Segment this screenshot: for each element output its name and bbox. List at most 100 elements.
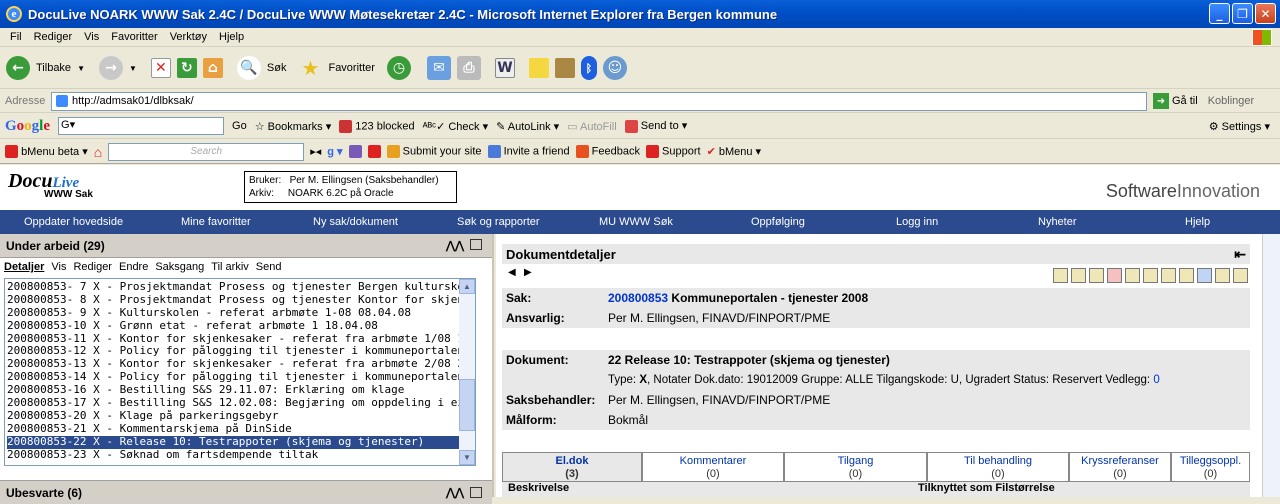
favorites-button[interactable]: Favoritter <box>328 62 374 74</box>
back-dropdown-icon[interactable]: ▼ <box>77 64 85 73</box>
home-icon[interactable]: ⌂ <box>202 58 223 78</box>
submit-site-button[interactable]: Submit your site <box>386 145 482 158</box>
nav-news[interactable]: Nyheter <box>1038 216 1077 228</box>
document-icon[interactable] <box>1071 268 1086 283</box>
scroll-down-icon[interactable]: ▼ <box>459 450 475 465</box>
research-icon[interactable] <box>554 58 575 78</box>
history-icon[interactable]: ◷ <box>386 56 411 80</box>
archive-icon[interactable] <box>1143 268 1158 283</box>
print-icon[interactable]: ⎙ <box>456 56 481 80</box>
feedback-button[interactable]: Feedback <box>575 145 640 158</box>
address-input[interactable]: http://admsak01/dlbksak/ <box>51 91 1147 111</box>
maximize-button[interactable]: ❐ <box>1232 3 1253 24</box>
next-record-icon[interactable]: ▶ <box>524 267 532 278</box>
right-scrollbar[interactable] <box>1262 234 1280 497</box>
action-send[interactable]: Send <box>256 261 282 273</box>
list-item[interactable]: 200800853-10 X - Grønn etat - referat ar… <box>7 320 475 333</box>
tab-additional[interactable]: Tilleggsoppl. (0) <box>1171 452 1250 482</box>
google-g-icon[interactable]: g ▾ <box>327 145 342 158</box>
restore-panel-icon[interactable] <box>470 239 482 250</box>
google-settings-button[interactable]: ⚙ Settings ▾ <box>1209 120 1270 133</box>
home-icon-red[interactable]: ⌂ <box>94 144 102 160</box>
collapse-icon[interactable]: ⋀⋀ <box>446 486 464 499</box>
action-view[interactable]: Vis <box>51 261 66 273</box>
go-button[interactable]: ➜ Gå til <box>1153 93 1198 109</box>
action-details[interactable]: Detaljer <box>4 261 44 273</box>
nav-followup[interactable]: Oppfølging <box>751 216 805 228</box>
list-icon[interactable] <box>1179 268 1194 283</box>
sak-number-link[interactable]: 200800853 <box>608 291 668 305</box>
autolink-button[interactable]: ✎ AutoLink ▾ <box>496 120 559 133</box>
spellcheck-button[interactable]: ᴬᴮᶜ✓ Check ▾ <box>423 120 488 133</box>
bmenu-button[interactable]: ✔ bMenu ▾ <box>707 145 762 158</box>
list-item[interactable]: 200800853-17 X - Bestilling S&S 12.02.08… <box>7 397 475 410</box>
list-scrollbar[interactable]: ▲ ▼ <box>459 279 475 465</box>
scan-icon[interactable] <box>1233 268 1248 283</box>
tab-comments[interactable]: Kommentarer (0) <box>642 452 784 482</box>
attach-icon[interactable] <box>1215 268 1230 283</box>
tab-crossrefs[interactable]: Kryssreferanser (0) <box>1069 452 1171 482</box>
forward-dropdown-icon[interactable]: ▼ <box>129 64 137 73</box>
nav-login[interactable]: Logg inn <box>896 216 938 228</box>
minimize-button[interactable]: _ <box>1209 3 1230 24</box>
menu-edit[interactable]: Rediger <box>28 31 79 43</box>
bookmarks-button[interactable]: ☆ Bookmarks ▾ <box>255 120 332 133</box>
notes-icon[interactable] <box>528 58 549 78</box>
collapse-icon[interactable]: ⋀⋀ <box>446 239 464 252</box>
menu-help[interactable]: Hjelp <box>213 31 250 43</box>
list-item[interactable]: 200800853- 9 X - Kulturskolen - referat … <box>7 307 475 320</box>
list-item[interactable]: 200800853-11 X - Kontor for skjenkesaker… <box>7 333 475 346</box>
bmenu-circle-icon[interactable] <box>348 145 362 158</box>
bmenu-arrows-icon[interactable]: ▸◂ <box>310 145 321 158</box>
forward-icon[interactable] <box>1125 268 1140 283</box>
invite-friend-button[interactable]: Invite a friend <box>487 145 570 158</box>
bluetooth-icon[interactable]: ᛒ <box>580 56 597 80</box>
sendto-button[interactable]: Send to ▾ <box>624 119 687 133</box>
work-list[interactable]: 200800853- 7 X - Prosjektmandat Prosess … <box>4 278 476 466</box>
action-change[interactable]: Endre <box>119 261 148 273</box>
stop-icon[interactable]: ✕ <box>150 58 171 78</box>
scroll-thumb[interactable] <box>459 379 475 431</box>
google-search-input[interactable]: G▾ <box>58 117 225 135</box>
search-button[interactable]: Søk <box>267 62 287 74</box>
nav-help[interactable]: Hjelp <box>1185 216 1210 228</box>
list-item[interactable]: 200800853-13 X - Kontor for skjenkesaker… <box>7 358 475 371</box>
menu-tools[interactable]: Verktøy <box>164 31 213 43</box>
vedlegg-link[interactable]: 0 <box>1153 374 1159 386</box>
list-item[interactable]: 200800853- 7 X - Prosjektmandat Prosess … <box>7 281 475 294</box>
nav-search-reports[interactable]: Søk og rapporter <box>457 216 540 228</box>
autofill-button[interactable]: ▭ AutoFill <box>567 120 617 133</box>
action-case-flow[interactable]: Saksgang <box>155 261 204 273</box>
support-button[interactable]: Support <box>645 145 701 158</box>
tab-access[interactable]: Tilgang (0) <box>784 452 927 482</box>
bmenu-search-input[interactable]: Search <box>108 142 305 161</box>
back-arrow-icon[interactable]: ← <box>6 56 30 80</box>
nav-mu-search[interactable]: MU WWW Søk <box>599 216 673 228</box>
word-icon[interactable]: W <box>494 58 515 78</box>
messenger-icon[interactable]: ☺ <box>602 56 627 80</box>
tab-processing[interactable]: Til behandling (0) <box>927 452 1069 482</box>
google-go-button[interactable]: Go <box>232 120 247 132</box>
refresh-icon[interactable]: ↻ <box>176 58 197 78</box>
list-item[interactable]: 200800853- 8 X - Prosjektmandat Prosess … <box>7 294 475 307</box>
reserve-icon[interactable] <box>1107 268 1122 283</box>
prev-record-icon[interactable]: ◀ <box>508 267 516 278</box>
note-icon[interactable] <box>1161 268 1176 283</box>
back-button[interactable]: Tilbake <box>36 62 71 74</box>
list-item[interactable]: 200800853-16 X - Bestilling S&S 29.11.07… <box>7 384 475 397</box>
tree-icon[interactable] <box>1197 268 1212 283</box>
scroll-up-icon[interactable]: ▲ <box>459 279 475 294</box>
menu-file[interactable]: Fil <box>4 31 28 43</box>
links-button[interactable]: Koblinger <box>1208 95 1254 107</box>
restore-panel-icon[interactable] <box>470 487 482 498</box>
menu-favorites[interactable]: Favoritter <box>105 31 163 43</box>
list-item[interactable]: 200800853-20 X - Klage på parkeringsgeby… <box>7 410 475 423</box>
list-item[interactable]: 200800853-23 X - Søknad om fartsdempende… <box>7 449 475 462</box>
list-item-selected[interactable]: 200800853-22 X - Release 10: Testrappote… <box>7 435 460 449</box>
action-edit[interactable]: Rediger <box>73 261 112 273</box>
document-edit-icon[interactable] <box>1089 268 1104 283</box>
nav-refresh-main[interactable]: Oppdater hovedside <box>24 216 123 228</box>
favorites-star-icon[interactable]: ★ <box>298 56 322 80</box>
list-item[interactable]: 200800853-14 X - Policy for pålogging ti… <box>7 371 475 384</box>
mail-icon[interactable]: ✉ <box>426 56 451 80</box>
